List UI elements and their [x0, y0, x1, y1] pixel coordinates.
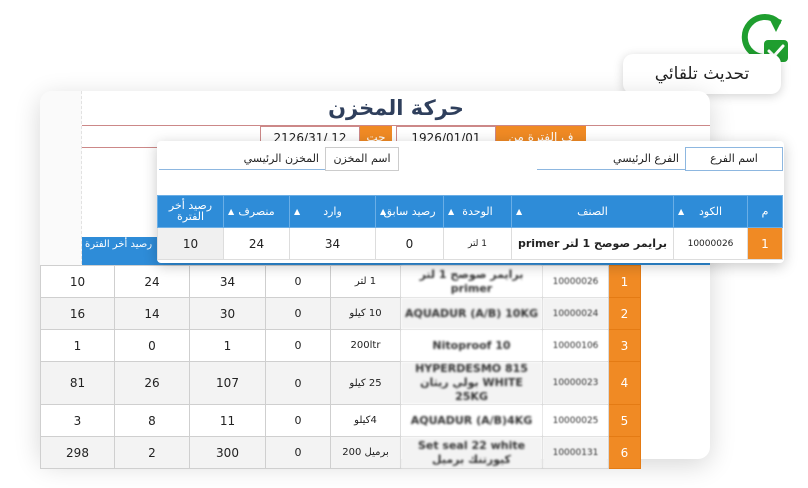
cell-previous: 0 — [265, 436, 331, 469]
col-previous[interactable]: ▲ رصيد سابق — [375, 195, 444, 228]
auto-refresh-label[interactable]: تحديث تلقائي — [623, 54, 781, 94]
sort-up-icon[interactable]: ▲ — [294, 207, 300, 216]
table-row[interactable]: 10 24 34 0 1 لتر برايمر صوصح 1 لتر prime… — [157, 227, 783, 260]
cell-previous: 0 — [265, 361, 331, 405]
col-item[interactable]: ▲ الصنف — [511, 195, 674, 228]
table-row[interactable]: 81 26 107 0 25 كيلو HYPERDESMO 815 WHITE بولي… — [40, 361, 641, 405]
cell-incoming: 1 — [189, 329, 266, 362]
cell-unit: 4كيلو — [330, 404, 401, 437]
cell-item: AQUADUR (A/B)4KG — [400, 404, 543, 437]
cell-outgoing: 26 — [114, 361, 190, 405]
col-outgoing[interactable]: ▲ منصرف — [223, 195, 290, 228]
cell-incoming: 11 — [189, 404, 266, 437]
cell-incoming: 300 — [189, 436, 266, 469]
cell-outgoing: 24 — [223, 227, 290, 260]
cell-code: 10000025 — [542, 404, 609, 437]
cell-balance: 10 — [157, 227, 224, 260]
table-row[interactable]: 1 0 1 0 200ltr Nitoproof 10 10000106 3 — [40, 329, 641, 362]
cell-item: برايمر صوصح 1 لتر primer — [511, 227, 674, 260]
cell-balance: 298 — [40, 436, 115, 469]
cell-code: 10000026 — [673, 227, 748, 260]
cell-outgoing: 24 — [114, 265, 190, 298]
cell-code: 10000106 — [542, 329, 609, 362]
cell-outgoing: 8 — [114, 404, 190, 437]
page-title: حركة المخزن — [82, 91, 710, 126]
cell-balance: 1 — [40, 329, 115, 362]
cell-outgoing: 14 — [114, 297, 190, 330]
cell-index: 1 — [747, 227, 783, 260]
col-outgoing-label: منصرف — [238, 205, 275, 218]
cell-unit: 10 كيلو — [330, 297, 401, 330]
cell-balance: 10 — [40, 265, 115, 298]
cell-outgoing: 2 — [114, 436, 190, 469]
stock-movement-table: 10 24 34 0 1 لتر برايمر صوصح 1 لتر primer 1000… — [40, 265, 641, 469]
sort-up-icon[interactable]: ▲ — [448, 207, 454, 216]
cell-index: 1 — [608, 265, 641, 298]
cell-previous: 0 — [265, 329, 331, 362]
sort-up-icon[interactable]: ▲ — [380, 207, 386, 216]
cell-unit: 25 كيلو — [330, 361, 401, 405]
col-unit[interactable]: ▲ الوحدة — [443, 195, 512, 228]
col-previous-label: رصيد سابق — [383, 205, 436, 218]
col-code-label: الكود — [698, 205, 723, 218]
cell-incoming: 34 — [189, 265, 266, 298]
cell-unit: 1 لتر — [443, 227, 512, 260]
cell-balance: 3 — [40, 404, 115, 437]
cell-index: 6 — [608, 436, 641, 469]
cell-item: Nitoproof 10 — [400, 329, 543, 362]
sort-up-icon[interactable]: ▲ — [228, 207, 234, 216]
store-movement-popup: اسم الفرع الفرع الرئيسي اسم المخزن المخز… — [157, 141, 784, 263]
table-row[interactable]: 16 14 30 0 10 كيلو AQUADUR (A/B) 10KG 10000024… — [40, 297, 641, 330]
cell-incoming: 34 — [289, 227, 376, 260]
col-index[interactable]: م — [747, 195, 783, 228]
cell-item: Set seal 22 white كيورتنك برميل — [400, 436, 543, 469]
col-incoming[interactable]: ▲ وارد — [289, 195, 376, 228]
sort-up-icon[interactable]: ▲ — [516, 207, 522, 216]
back-header-balance-text: رصيد أخر الفترة — [84, 239, 153, 250]
store-field[interactable]: المخزن الرئيسي — [159, 148, 325, 170]
cell-balance: 81 — [40, 361, 115, 405]
table-row[interactable]: 3 8 11 0 4كيلو AQUADUR (A/B)4KG 10000025 5 — [40, 404, 641, 437]
back-header-balance[interactable]: رصيد أخر الفترة — [82, 237, 155, 265]
cell-index: 3 — [608, 329, 641, 362]
branch-field[interactable]: الفرع الرئيسي — [537, 148, 685, 170]
cell-incoming: 107 — [189, 361, 266, 405]
cell-item: AQUADUR (A/B) 10KG — [400, 297, 543, 330]
store-label: اسم المخزن — [325, 147, 399, 171]
cell-item: برايمر صوصح 1 لتر primer — [400, 265, 543, 298]
cell-balance: 16 — [40, 297, 115, 330]
cell-index: 4 — [608, 361, 641, 405]
branch-label: اسم الفرع — [685, 147, 783, 171]
col-index-label: م — [761, 205, 769, 218]
cell-outgoing: 0 — [114, 329, 190, 362]
table-row[interactable]: 10 24 34 0 1 لتر برايمر صوصح 1 لتر primer 1000… — [40, 265, 641, 298]
popup-movement-table: رصيد أخر الفترة ▲ منصرف ▲ وارد ▲ رصيد سابق … — [157, 195, 783, 260]
col-item-label: الصنف — [577, 205, 608, 218]
cell-previous: 0 — [375, 227, 444, 260]
table-row[interactable]: 298 2 300 0 برميل 200 Set seal 22 white كيورت… — [40, 436, 641, 469]
col-balance-label: رصيد أخر الفترة — [168, 199, 213, 223]
cell-unit: 200ltr — [330, 329, 401, 362]
col-incoming-label: وارد — [323, 205, 342, 218]
cell-item: HYPERDESMO 815 WHITE بولي ريثان 25KG — [400, 361, 543, 405]
cell-unit: 1 لتر — [330, 265, 401, 298]
cell-incoming: 30 — [189, 297, 266, 330]
sort-up-icon[interactable]: ▲ — [678, 207, 684, 216]
cell-code: 10000026 — [542, 265, 609, 298]
cell-code: 10000024 — [542, 297, 609, 330]
cell-index: 5 — [608, 404, 641, 437]
col-balance[interactable]: رصيد أخر الفترة — [157, 195, 224, 228]
col-code[interactable]: ▲ الكود — [673, 195, 748, 228]
cell-code: 10000131 — [542, 436, 609, 469]
cell-previous: 0 — [265, 265, 331, 298]
col-unit-label: الوحدة — [462, 205, 493, 218]
cell-index: 2 — [608, 297, 641, 330]
cell-previous: 0 — [265, 404, 331, 437]
cell-unit: برميل 200 — [330, 436, 401, 469]
cell-code: 10000023 — [542, 361, 609, 405]
cell-previous: 0 — [265, 297, 331, 330]
